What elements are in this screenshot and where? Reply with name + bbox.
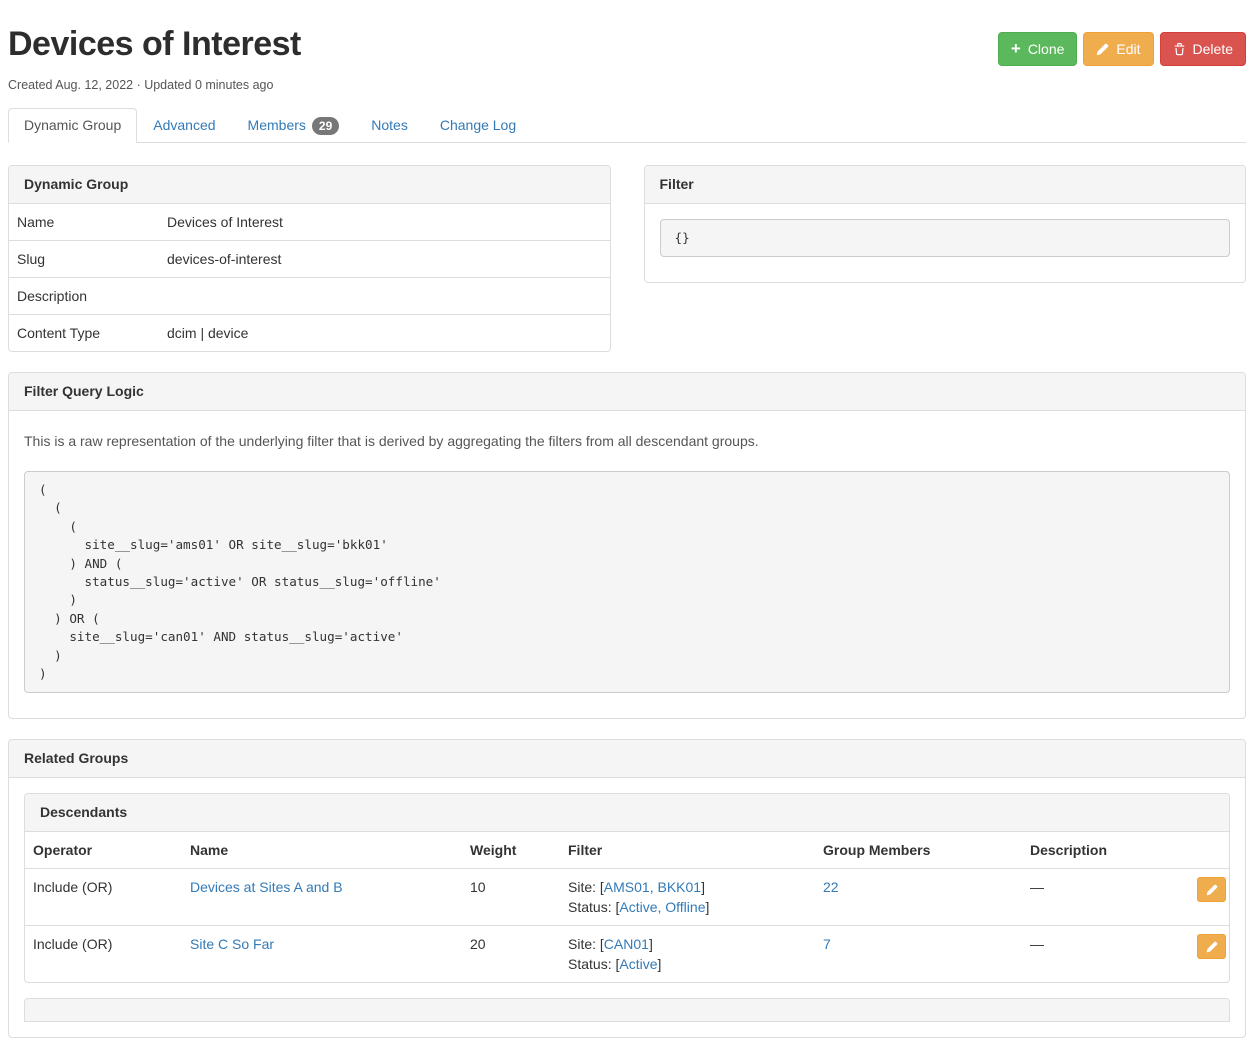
filter-cell: Site: [AMS01, BKK01]Status: [Active, Off… bbox=[560, 869, 815, 926]
descendants-panel: Descendants OperatorNameWeightFilterGrou… bbox=[24, 793, 1230, 983]
filter-query-logic-code: ( ( ( site__slug='ams01' OR site__slug='… bbox=[24, 471, 1230, 693]
dynamic-group-panel: Dynamic Group NameDevices of InterestSlu… bbox=[8, 165, 611, 352]
group-name-link[interactable]: Site C So Far bbox=[190, 936, 274, 952]
members-count-badge: 29 bbox=[312, 117, 339, 135]
delete-button[interactable]: Delete bbox=[1160, 32, 1246, 66]
edit-button-label: Edit bbox=[1116, 39, 1140, 59]
column-header-operator: Operator bbox=[25, 832, 182, 869]
group-members-cell: 7 bbox=[815, 926, 1022, 983]
attr-row-content-type: Content Typedcim | device bbox=[9, 315, 610, 352]
dynamic-group-attr-table: NameDevices of InterestSlugdevices-of-in… bbox=[9, 204, 610, 351]
attr-row-name: NameDevices of Interest bbox=[9, 204, 610, 241]
attr-value bbox=[159, 278, 610, 315]
attr-label: Content Type bbox=[9, 315, 159, 352]
descendants-title: Descendants bbox=[25, 794, 1229, 832]
clone-button[interactable]: + Clone bbox=[998, 32, 1078, 66]
tabs: Dynamic Group Advanced Members 29 Notes Chang… bbox=[8, 108, 1246, 143]
plus-icon: + bbox=[1011, 41, 1021, 57]
dynamic-group-panel-title: Dynamic Group bbox=[9, 166, 610, 204]
group-name-link[interactable]: Devices at Sites A and B bbox=[190, 879, 343, 895]
trash-icon bbox=[1173, 43, 1186, 56]
filter-query-logic-title: Filter Query Logic bbox=[9, 373, 1245, 411]
related-groups-title: Related Groups bbox=[9, 740, 1245, 778]
tab-members[interactable]: Members 29 bbox=[232, 108, 356, 143]
column-header-name: Name bbox=[182, 832, 462, 869]
attr-value: dcim | device bbox=[159, 315, 610, 352]
page-action-buttons: + Clone Edit Delete bbox=[998, 32, 1246, 66]
filter-query-logic-description: This is a raw representation of the unde… bbox=[24, 431, 1230, 451]
tab-notes[interactable]: Notes bbox=[355, 108, 424, 143]
next-related-panel-header bbox=[24, 998, 1230, 1022]
tab-label: Members bbox=[248, 116, 306, 135]
descendants-rows: Include (OR)Devices at Sites A and B10Si… bbox=[25, 869, 1229, 983]
descendants-header-row: OperatorNameWeightFilterGroup MembersDes… bbox=[25, 832, 1229, 869]
actions-cell bbox=[1189, 926, 1229, 983]
member-count-link[interactable]: 22 bbox=[823, 879, 839, 895]
site-filter-link[interactable]: AMS01 bbox=[604, 879, 650, 895]
member-count-link[interactable]: 7 bbox=[823, 936, 831, 952]
descendant-row: Include (OR)Site C So Far20Site: [CAN01]… bbox=[25, 926, 1229, 983]
attr-value: devices-of-interest bbox=[159, 241, 610, 278]
name-cell: Site C So Far bbox=[182, 926, 462, 983]
attr-label: Description bbox=[9, 278, 159, 315]
weight-cell: 10 bbox=[462, 869, 560, 926]
filter-line: Site: [CAN01] bbox=[568, 934, 807, 954]
tab-label: Advanced bbox=[153, 116, 215, 135]
actions-cell bbox=[1189, 869, 1229, 926]
filter-line: Site: [AMS01, BKK01] bbox=[568, 877, 807, 897]
attr-label: Slug bbox=[9, 241, 159, 278]
description-cell: — bbox=[1022, 869, 1189, 926]
related-groups-panel: Related Groups Descendants OperatorNameW… bbox=[8, 739, 1246, 1038]
attr-label: Name bbox=[9, 204, 159, 241]
descendant-row: Include (OR)Devices at Sites A and B10Si… bbox=[25, 869, 1229, 926]
site-filter-link[interactable]: CAN01 bbox=[604, 936, 649, 952]
row-edit-button[interactable] bbox=[1197, 877, 1226, 902]
filter-panel-title: Filter bbox=[645, 166, 1246, 204]
tab-advanced[interactable]: Advanced bbox=[137, 108, 231, 143]
attr-value: Devices of Interest bbox=[159, 204, 610, 241]
edit-button[interactable]: Edit bbox=[1083, 32, 1153, 66]
filter-value-separator: , bbox=[650, 879, 658, 895]
descendants-table: OperatorNameWeightFilterGroup MembersDes… bbox=[25, 832, 1229, 982]
site-filter-link[interactable]: BKK01 bbox=[658, 879, 702, 895]
column-header-description: Description bbox=[1022, 832, 1189, 869]
attr-row-slug: Slugdevices-of-interest bbox=[9, 241, 610, 278]
pencil-icon bbox=[1206, 941, 1218, 953]
status-filter-link[interactable]: Offline bbox=[665, 899, 705, 915]
filter-cell: Site: [CAN01]Status: [Active] bbox=[560, 926, 815, 983]
operator-cell: Include (OR) bbox=[25, 869, 182, 926]
tab-change-log[interactable]: Change Log bbox=[424, 108, 532, 143]
filter-line: Status: [Active, Offline] bbox=[568, 897, 807, 917]
clone-button-label: Clone bbox=[1028, 39, 1065, 59]
group-members-cell: 22 bbox=[815, 869, 1022, 926]
column-header-group-members: Group Members bbox=[815, 832, 1022, 869]
filter-panel: Filter {} bbox=[644, 165, 1247, 283]
tab-dynamic-group[interactable]: Dynamic Group bbox=[8, 108, 137, 143]
filter-query-logic-panel: Filter Query Logic This is a raw represe… bbox=[8, 372, 1246, 719]
name-cell: Devices at Sites A and B bbox=[182, 869, 462, 926]
description-cell: — bbox=[1022, 926, 1189, 983]
tab-label: Notes bbox=[371, 116, 408, 135]
tab-label: Dynamic Group bbox=[24, 116, 121, 135]
column-header-filter: Filter bbox=[560, 832, 815, 869]
weight-cell: 20 bbox=[462, 926, 560, 983]
attr-row-description: Description bbox=[9, 278, 610, 315]
filter-line: Status: [Active] bbox=[568, 954, 807, 974]
tab-label: Change Log bbox=[440, 116, 516, 135]
top-panels-row: Dynamic Group NameDevices of InterestSlu… bbox=[8, 165, 1246, 352]
row-edit-button[interactable] bbox=[1197, 934, 1226, 959]
delete-button-label: Delete bbox=[1193, 39, 1233, 59]
status-filter-link[interactable]: Active bbox=[619, 956, 657, 972]
pencil-icon bbox=[1096, 43, 1109, 56]
created-updated-meta: Created Aug. 12, 2022 · Updated 0 minute… bbox=[8, 78, 1246, 92]
filter-code-block: {} bbox=[660, 219, 1231, 257]
pencil-icon bbox=[1206, 884, 1218, 896]
operator-cell: Include (OR) bbox=[25, 926, 182, 983]
column-header-weight: Weight bbox=[462, 832, 560, 869]
column-header-actions bbox=[1189, 832, 1229, 869]
status-filter-link[interactable]: Active bbox=[619, 899, 657, 915]
dynamic-group-attr-rows: NameDevices of InterestSlugdevices-of-in… bbox=[9, 204, 610, 351]
